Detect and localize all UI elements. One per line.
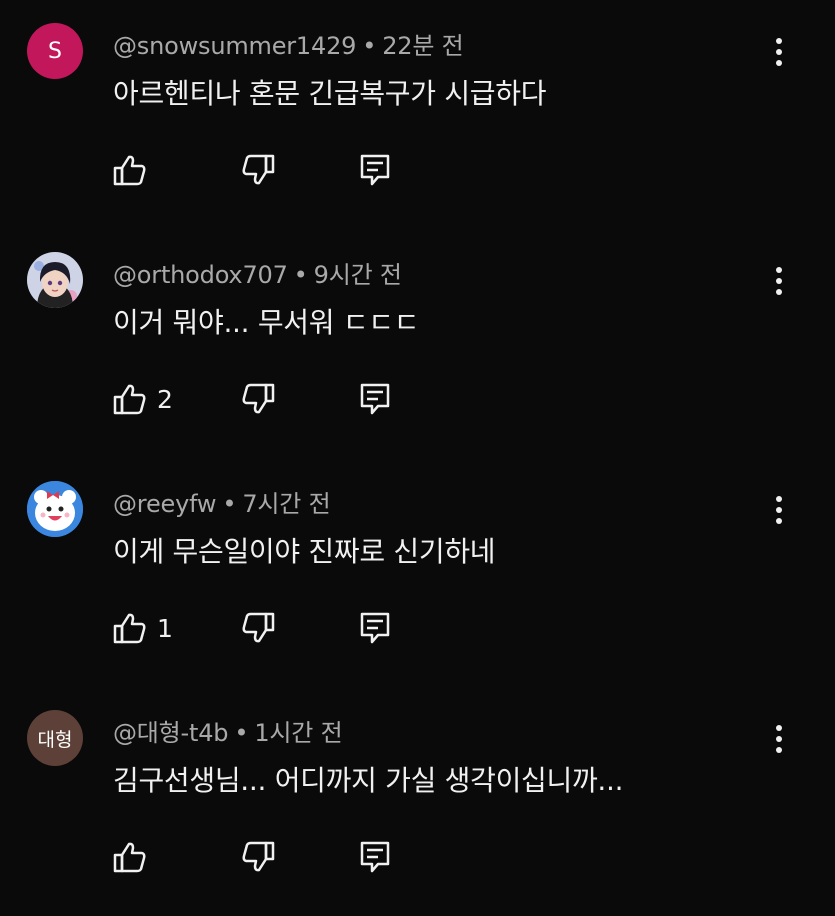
separator-dot: • — [222, 490, 237, 518]
comment-meta: @orthodox707 • 9시간 전 — [113, 255, 402, 290]
reply-button[interactable] — [358, 150, 392, 190]
more-options-button[interactable] — [764, 490, 794, 530]
like-count: 1 — [157, 613, 173, 643]
comment-author[interactable]: @대형-t4b — [113, 719, 229, 747]
comment-actions: 1 — [113, 608, 413, 648]
comment-time[interactable]: 9시간 전 — [314, 261, 402, 289]
reply-icon — [358, 611, 392, 645]
like-button[interactable] — [113, 837, 157, 877]
reply-icon — [358, 840, 392, 874]
separator-dot: • — [293, 261, 308, 289]
thumbs-up-icon — [113, 840, 147, 874]
reply-button[interactable] — [358, 837, 392, 877]
more-vert-icon — [775, 495, 783, 525]
avatar[interactable]: 대형 — [27, 710, 83, 766]
reply-button[interactable] — [358, 608, 392, 648]
comment-text: 아르헨티나 혼문 긴급복구가 시급하다 — [113, 77, 547, 110]
like-count: 2 — [157, 384, 173, 414]
avatar[interactable] — [27, 252, 83, 308]
more-vert-icon — [775, 266, 783, 296]
comment-item: @reeyfw • 7시간 전 이게 무슨일이야 진짜로 신기하네 1 — [0, 458, 835, 687]
thumbs-down-icon — [241, 611, 275, 645]
separator-dot: • — [362, 32, 377, 60]
more-vert-icon — [775, 37, 783, 67]
more-options-button[interactable] — [764, 719, 794, 759]
comment-item: 대형 @대형-t4b • 1시간 전 김구선생님... 어디까지 가실 생각이십니까… — [0, 687, 835, 916]
dislike-button[interactable] — [241, 837, 275, 877]
thumbs-down-icon — [241, 840, 275, 874]
comment-time[interactable]: 22분 전 — [382, 32, 464, 60]
avatar-initial: S — [48, 38, 62, 64]
comment-actions — [113, 837, 413, 877]
dislike-button[interactable] — [241, 608, 275, 648]
comment-time[interactable]: 1시간 전 — [254, 719, 342, 747]
avatar-initial: 대형 — [37, 728, 73, 751]
more-options-button[interactable] — [764, 32, 794, 72]
like-button[interactable]: 2 — [113, 379, 173, 419]
comment-meta: @reeyfw • 7시간 전 — [113, 484, 331, 519]
comment-meta: @대형-t4b • 1시간 전 — [113, 713, 343, 748]
like-button[interactable]: 1 — [113, 608, 173, 648]
comment-text: 이거 뭐야... 무서워 ㄷㄷㄷ — [113, 306, 420, 339]
thumbs-up-icon — [113, 382, 147, 416]
reply-button[interactable] — [358, 379, 392, 419]
more-options-button[interactable] — [764, 261, 794, 301]
comment-time[interactable]: 7시간 전 — [242, 490, 330, 518]
like-button[interactable] — [113, 150, 157, 190]
thumbs-down-icon — [241, 153, 275, 187]
comment-meta: @snowsummer1429 • 22분 전 — [113, 26, 464, 61]
reply-icon — [358, 382, 392, 416]
comment-author[interactable]: @snowsummer1429 — [113, 32, 356, 60]
comment-item: @orthodox707 • 9시간 전 이거 뭐야... 무서워 ㄷㄷㄷ 2 — [0, 229, 835, 458]
anime-girl-avatar-icon — [27, 252, 83, 308]
thumbs-up-icon — [113, 611, 147, 645]
avatar[interactable]: S — [27, 23, 83, 79]
thumbs-down-icon — [241, 382, 275, 416]
cartoon-avatar-icon — [27, 481, 83, 537]
comment-actions — [113, 150, 413, 190]
dislike-button[interactable] — [241, 379, 275, 419]
more-vert-icon — [775, 724, 783, 754]
comment-actions: 2 — [113, 379, 413, 419]
comment-author[interactable]: @reeyfw — [113, 490, 217, 518]
comment-text: 이게 무슨일이야 진짜로 신기하네 — [113, 535, 496, 568]
comment-item: S @snowsummer1429 • 22분 전 아르헨티나 혼문 긴급복구가 시… — [0, 0, 835, 229]
thumbs-up-icon — [113, 153, 147, 187]
reply-icon — [358, 153, 392, 187]
separator-dot: • — [234, 719, 249, 747]
dislike-button[interactable] — [241, 150, 275, 190]
comment-author[interactable]: @orthodox707 — [113, 261, 288, 289]
avatar[interactable] — [27, 481, 83, 537]
comment-text: 김구선생님... 어디까지 가실 생각이십니까... — [113, 764, 624, 797]
